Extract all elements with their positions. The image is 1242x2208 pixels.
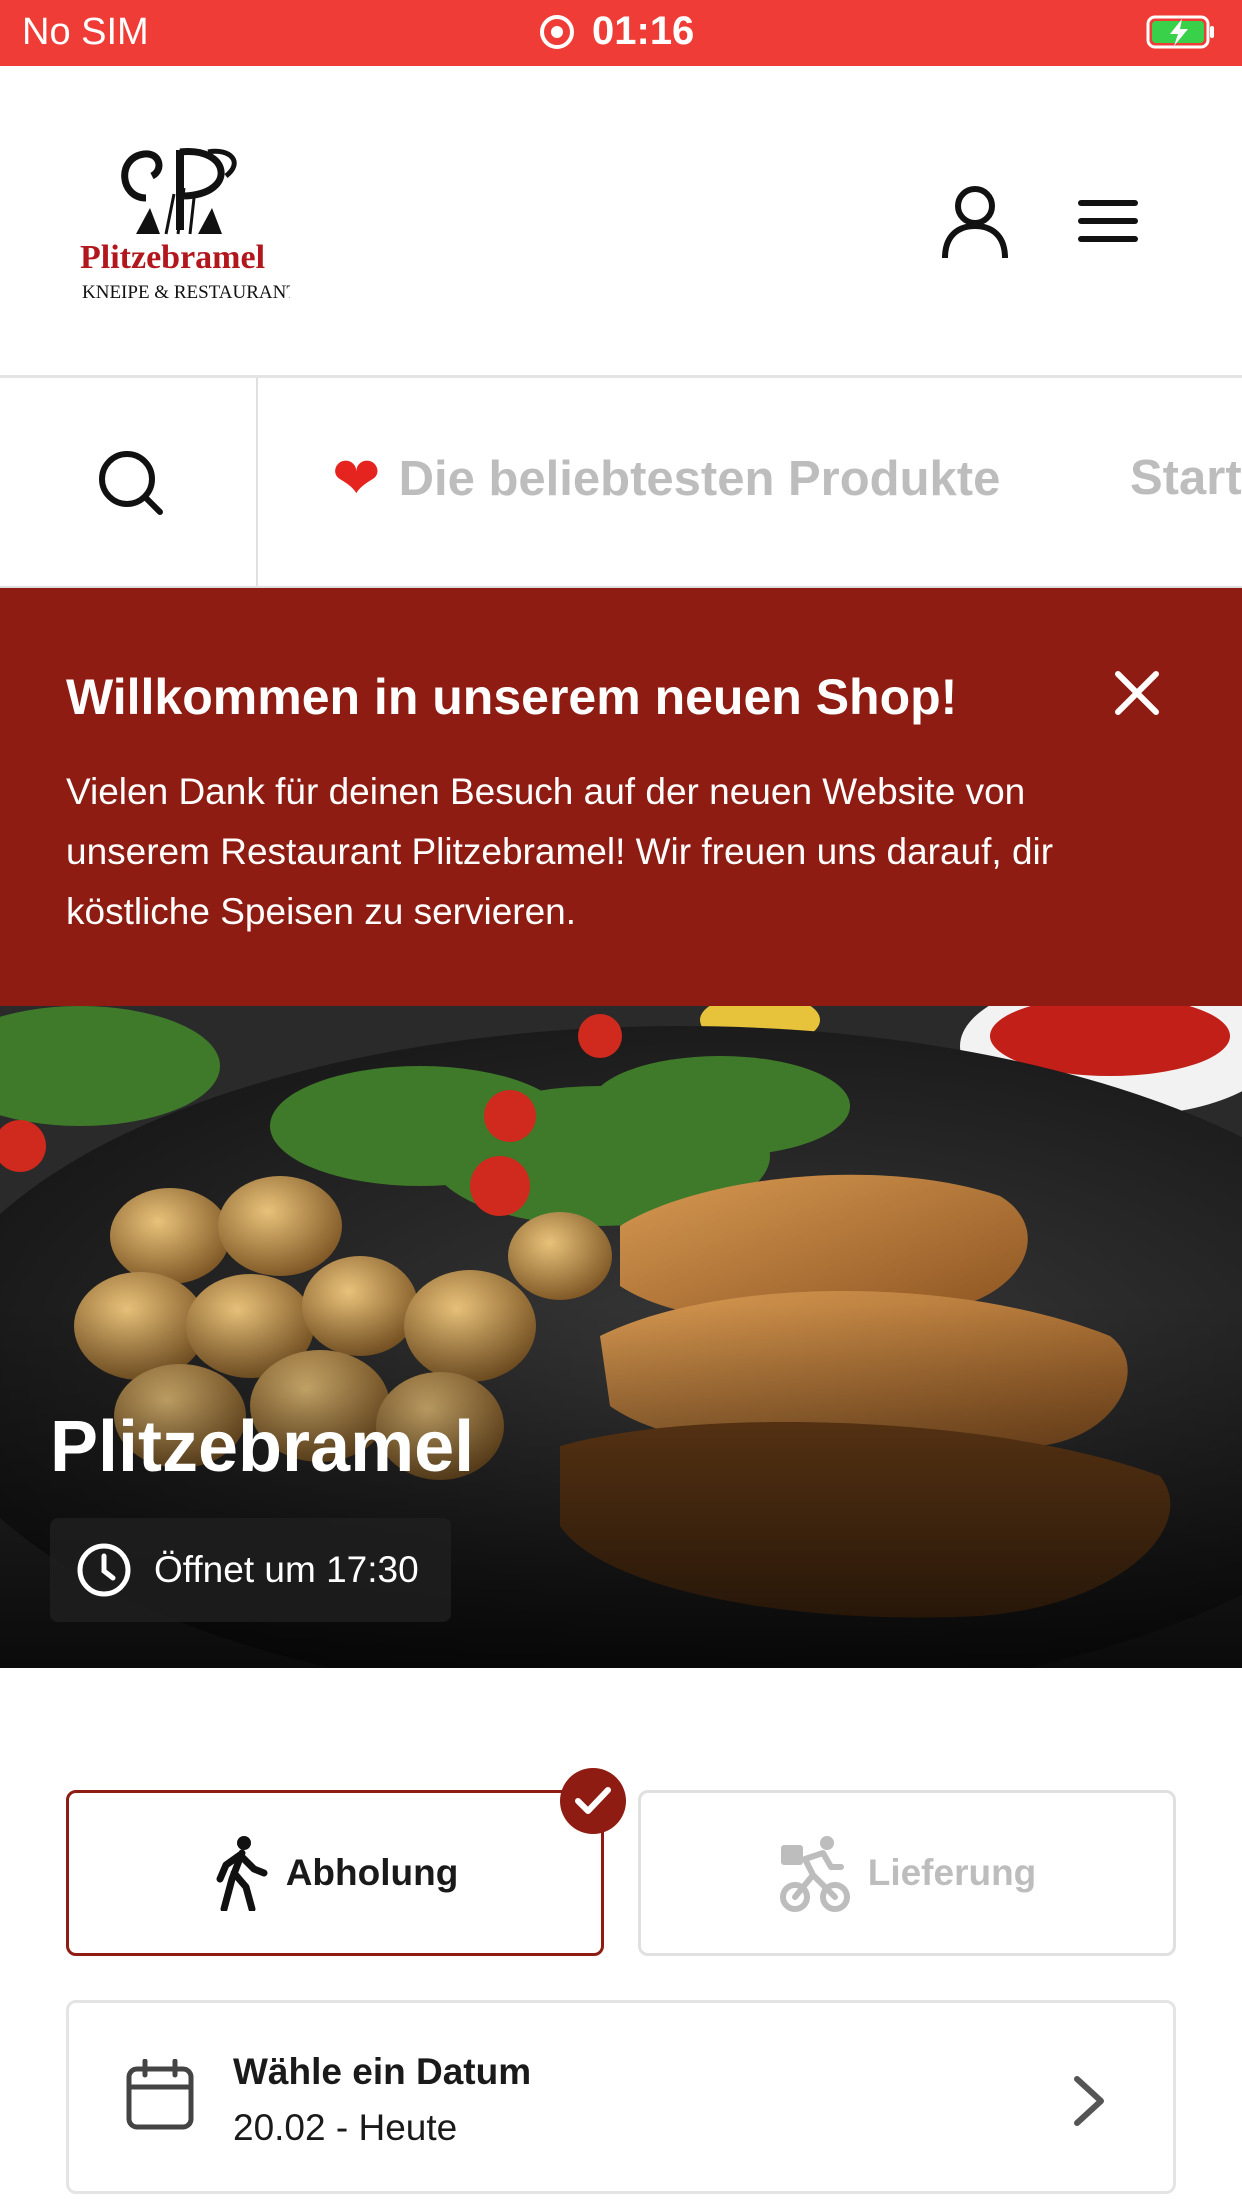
pickup-label: Abholung	[285, 1852, 459, 1893]
date-picker-label: Wähle ein Datum	[233, 2051, 532, 2092]
restaurant-name: Plitzebramel	[50, 1407, 475, 1487]
heart-icon: ❤	[332, 446, 381, 511]
restaurant-logo[interactable]: Plitzebramel KNEIPE & RESTAURANT	[80, 138, 298, 308]
hero-section: Plitzebramel Öffnet um 17:30	[0, 1006, 1242, 1668]
carrier-label: No SIM	[22, 11, 149, 53]
tab-label: Start	[1130, 451, 1242, 505]
logo-tagline: KNEIPE & RESTAURANT	[82, 282, 290, 303]
site-header: Plitzebramel KNEIPE & RESTAURANT	[0, 66, 1242, 378]
date-picker-value: 20.02 - Heute	[233, 2107, 458, 2148]
pickup-option[interactable]: Abholung	[66, 1790, 604, 1956]
battery-charging-icon	[1146, 15, 1214, 49]
delivery-option[interactable]: Lieferung	[638, 1790, 1176, 1956]
status-bar: No SIM 01:16	[0, 0, 1242, 66]
bicycle-delivery-icon	[779, 1836, 850, 1912]
status-time: 01:16	[592, 9, 695, 53]
opening-time-text: Öffnet um 17:30	[154, 1549, 419, 1590]
search-icon	[99, 451, 163, 515]
screen-recording-icon	[540, 14, 574, 49]
date-picker[interactable]: Wähle ein Datum 20.02 - Heute	[66, 2000, 1176, 2194]
delivery-label: Lieferung	[867, 1852, 1037, 1893]
banner-title: Willkommen in unserem neuen Shop!	[66, 669, 958, 725]
calendar-icon	[126, 2059, 194, 2130]
search-button[interactable]	[0, 378, 258, 586]
tab-popular-products[interactable]: ❤ Die beliebtesten Produkte	[332, 450, 1000, 508]
banner-text: Vielen Dank für deinen Besuch auf der ne…	[66, 771, 1054, 932]
status-center: 01:16	[540, 9, 694, 54]
tab-start[interactable]: Start	[1130, 450, 1242, 506]
clock-icon	[77, 1543, 131, 1597]
tab-label: Die beliebtesten Produkte	[398, 452, 1001, 506]
hamburger-menu-icon[interactable]	[1076, 196, 1140, 246]
logo-graphic: Plitzebramel KNEIPE & RESTAURANT	[80, 148, 298, 303]
category-nav: ❤ Die beliebtesten Produkte Start	[0, 378, 1242, 588]
close-icon[interactable]	[1112, 668, 1162, 718]
chevron-right-icon	[1074, 2076, 1104, 2126]
opening-hours-badge: Öffnet um 17:30	[50, 1518, 451, 1622]
welcome-banner: Willkommen in unserem neuen Shop! Vielen…	[0, 588, 1242, 1006]
walking-icon	[216, 1836, 268, 1911]
account-icon[interactable]	[940, 184, 1010, 260]
selected-check-icon	[560, 1768, 626, 1834]
logo-name: Plitzebramel	[80, 239, 265, 276]
